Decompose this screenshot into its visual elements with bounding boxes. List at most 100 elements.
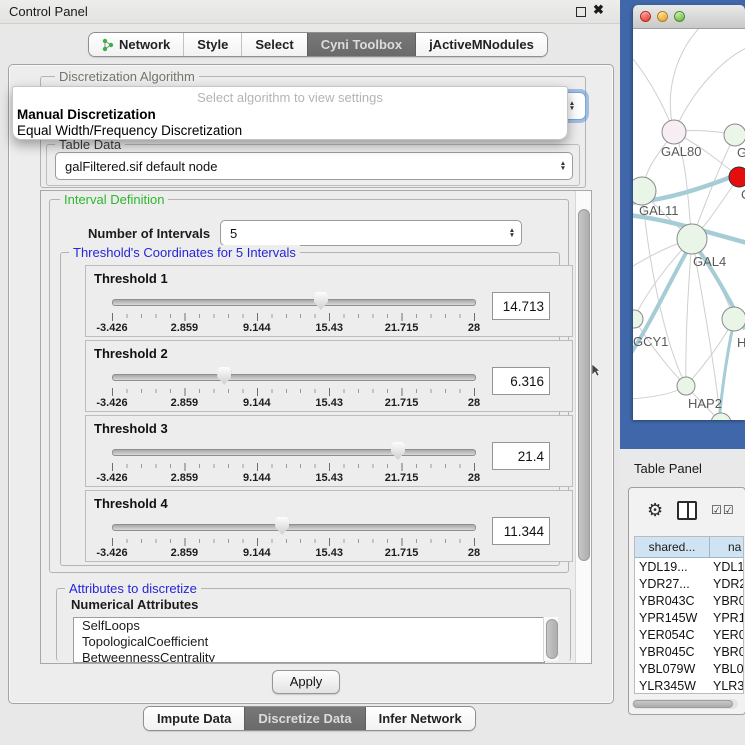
slider-handle[interactable] [217, 367, 231, 385]
column-header-name[interactable]: na [710, 537, 743, 557]
network-edge[interactable] [686, 239, 692, 386]
attribute-list-item[interactable]: SelfLoops [74, 618, 544, 634]
tab-style[interactable]: Style [183, 33, 241, 56]
threshold-3-box: Threshold 3 -3.4262.8599.14415.4321.7152… [85, 415, 573, 487]
tab-cyni-toolbox-label: Cyni Toolbox [321, 37, 402, 52]
network-edge[interactable] [633, 59, 674, 132]
table-row[interactable]: YPR145WYPR1 [635, 609, 743, 626]
slider-track[interactable] [112, 299, 476, 306]
network-node[interactable] [729, 167, 745, 187]
number-of-intervals-label: Number of Intervals [88, 226, 210, 241]
column-header-shared-name[interactable]: shared... [635, 537, 710, 557]
slider-tick-label: 2.859 [171, 397, 199, 409]
tab-network[interactable]: Network [89, 33, 183, 56]
table-row[interactable]: YBR045CYBR0 [635, 643, 743, 660]
apply-button[interactable]: Apply [272, 670, 340, 694]
threshold-1-value-field[interactable]: 14.713 [492, 292, 550, 320]
cell-name: YBR0 [713, 645, 743, 659]
table-window: ⚙ ☑☑ shared... na YDL19...YDL1YDR27...YD… [628, 487, 745, 715]
threshold-2-value-field[interactable]: 6.316 [492, 367, 550, 395]
tab-discretize-data[interactable]: Discretize Data [244, 707, 364, 730]
tab-select-label: Select [255, 37, 293, 52]
table-toolbar: ⚙ ☑☑ [629, 488, 745, 532]
dropdown-option-manual[interactable]: Manual Discretization [17, 107, 156, 122]
threshold-4-box: Threshold 4 -3.4262.8599.14415.4321.7152… [85, 490, 573, 562]
table-row[interactable]: YBL079WYBL0 [635, 660, 743, 677]
slider-track[interactable] [112, 524, 476, 531]
bottom-tab-bar: Impute Data Discretize Data Infer Networ… [143, 706, 476, 731]
checkbox-icons[interactable]: ☑☑ [711, 503, 735, 517]
table-row[interactable]: YDL19...YDL1 [635, 558, 743, 575]
attributes-scrollbar-thumb[interactable] [546, 619, 558, 659]
network-node-label: GAL80 [661, 144, 701, 159]
attributes-list-scrollbar[interactable] [543, 617, 558, 661]
threshold-1-slider: -3.4262.8599.14415.4321.71528 [112, 292, 475, 334]
cell-shared-name: YBR043C [635, 594, 713, 608]
vertical-scrollbar[interactable] [575, 191, 591, 663]
table-row[interactable]: YBR043CYBR0 [635, 592, 743, 609]
cell-name: YBL0 [713, 662, 743, 676]
tab-select[interactable]: Select [241, 33, 306, 56]
threshold-2-slider: -3.4262.8599.14415.4321.71528 [112, 367, 475, 409]
minimize-light-icon[interactable] [657, 11, 668, 22]
horizontal-scrollbar[interactable] [632, 699, 738, 709]
network-edge[interactable] [634, 319, 686, 386]
vertical-scrollbar-thumb[interactable] [578, 209, 590, 561]
slider-handle[interactable] [275, 517, 289, 535]
slider-tick-label: 15.43 [315, 397, 343, 409]
tab-jactivemnodules[interactable]: jActiveMNodules [415, 33, 547, 56]
close-light-icon[interactable] [640, 11, 651, 22]
slider-track[interactable] [112, 374, 476, 381]
slider-tick-label: -3.426 [96, 322, 127, 334]
table-panel-header: Table Panel [620, 449, 745, 487]
tab-impute-data[interactable]: Impute Data [144, 707, 244, 730]
slider-tick-label: 2.859 [171, 472, 199, 484]
network-node[interactable] [677, 377, 695, 395]
numerical-attributes-list[interactable]: SelfLoopsTopologicalCoefficientBetweenne… [73, 617, 545, 663]
slider-tick-label: 9.144 [243, 547, 271, 559]
discretization-algorithm-label: Discretization Algorithm [55, 69, 199, 84]
horizontal-scrollbar-thumb[interactable] [633, 700, 733, 708]
tab-infer-network[interactable]: Infer Network [365, 707, 475, 730]
interval-definition-group: Interval Definition Number of Intervals … [49, 199, 569, 573]
number-of-intervals-combo[interactable]: 5 ▲▼ [220, 220, 522, 246]
column-layout-icon[interactable] [677, 501, 697, 520]
network-node[interactable] [722, 307, 745, 331]
threshold-3-value-field[interactable]: 21.4 [492, 442, 550, 470]
algorithm-dropdown-popup: Select algorithm to view settings Manual… [12, 86, 568, 140]
slider-tick-label: -3.426 [96, 397, 127, 409]
tab-impute-data-label: Impute Data [157, 711, 231, 726]
slider-tick-label: 28 [468, 472, 480, 484]
network-node[interactable] [724, 124, 745, 146]
table-body: YDL19...YDL1YDR27...YDR2YBR043CYBR0YPR14… [635, 558, 743, 694]
attribute-list-item[interactable]: BetweennessCentrality [74, 650, 544, 663]
network-node[interactable] [633, 177, 656, 205]
slider-handle[interactable] [314, 292, 328, 310]
network-window-titlebar[interactable] [633, 5, 745, 29]
network-node[interactable] [662, 120, 686, 144]
threshold-4-value-field[interactable]: 11.344 [492, 517, 550, 545]
table-data-combo[interactable]: galFiltered.sif default node ▲▼ [55, 152, 573, 180]
threshold-3-slider: -3.4262.8599.14415.4321.71528 [112, 442, 475, 484]
gear-icon[interactable]: ⚙ [647, 501, 663, 519]
tab-cyni-toolbox[interactable]: Cyni Toolbox [307, 33, 415, 56]
network-node[interactable] [677, 224, 707, 254]
network-node[interactable] [711, 413, 731, 420]
slider-handle[interactable] [391, 442, 405, 460]
slider-tick-label: 15.43 [315, 472, 343, 484]
dropdown-option-equal-width[interactable]: Equal Width/Frequency Discretization [17, 123, 242, 138]
attribute-list-item[interactable]: TopologicalCoefficient [74, 634, 544, 650]
float-window-icon[interactable] [576, 7, 586, 17]
table-row[interactable]: YER054CYER0 [635, 626, 743, 643]
threshold-2-box: Threshold 2 -3.4262.8599.14415.4321.7152… [85, 340, 573, 412]
network-canvas[interactable]: GAL80GACGAL11GAL4GCY1HHAP2 [633, 29, 745, 420]
slider-track[interactable] [112, 449, 476, 456]
network-edge[interactable] [670, 29, 703, 132]
table-row[interactable]: YDR27...YDR2 [635, 575, 743, 592]
cell-shared-name: YBL079W [635, 662, 713, 676]
table-row[interactable]: YLR345WYLR3 [635, 677, 743, 694]
network-node[interactable] [633, 310, 643, 328]
close-icon[interactable]: ✖ [593, 2, 604, 18]
zoom-light-icon[interactable] [674, 11, 685, 22]
network-edge[interactable] [674, 47, 745, 132]
